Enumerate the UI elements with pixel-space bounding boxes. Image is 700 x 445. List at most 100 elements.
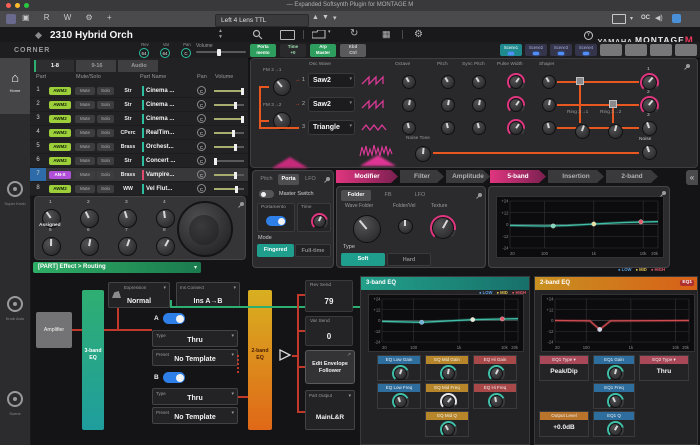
sidebar-item-home[interactable]: ⌂ Home <box>0 58 30 114</box>
effect-routing-caret-icon[interactable]: ▾ <box>194 264 197 271</box>
mute-button[interactable]: Mute <box>75 142 95 151</box>
five-band-eq-graph[interactable]: +24 +12 0 -12 -2420 100 1k 10k 20k <box>496 196 664 258</box>
osc-wave-select-3[interactable]: Triangle ▾ <box>308 120 355 135</box>
mute-button[interactable]: Mute <box>75 170 95 179</box>
tab-filter[interactable]: Filter <box>400 170 444 183</box>
folder-vel-knob[interactable] <box>397 218 413 234</box>
scene-button-7[interactable] <box>650 44 672 56</box>
eq2-box-eq1-gain[interactable]: EQ1 Gain <box>593 355 635 382</box>
porta-tab-pitch[interactable]: Pitch <box>256 174 277 185</box>
subheader-button-porta-mento[interactable]: Porta mento <box>250 43 276 57</box>
noise-tone-knob[interactable] <box>415 146 431 162</box>
part-output-dropdown[interactable]: Part Output ▾ MainL&R <box>305 390 355 430</box>
eq2-box-eq1-type[interactable]: EQ1 Type ▾ Peak/Dip <box>539 355 589 381</box>
effect-routing-bar[interactable]: [PART] Effect > Routing ▾ <box>33 262 201 273</box>
assign-knob-3[interactable] <box>117 208 137 228</box>
osc-out-knob-3[interactable] <box>641 120 657 136</box>
tab-insertion[interactable]: Insertion <box>548 170 604 183</box>
part-row-8[interactable]: 8 AWM2 Mute Solo WW Vel Flut... C <box>30 182 248 196</box>
edit-envelope-follower-button[interactable]: Edit Envelope Follower ↗ <box>305 350 355 384</box>
porta-tab-lfo[interactable]: LFO <box>300 174 321 185</box>
pan-knob[interactable]: C <box>197 86 206 95</box>
osc-out-knob-2[interactable] <box>641 97 657 113</box>
eq3-knob-5[interactable] <box>489 395 503 408</box>
hard-button[interactable]: Hard <box>387 253 431 266</box>
mute-button[interactable]: Mute <box>75 114 95 123</box>
eq3-knob-4[interactable] <box>441 395 455 408</box>
mini-knob-rev[interactable]: Rev 64 <box>136 42 154 58</box>
eq3-box-eq-low-freq[interactable]: EQ Low Freq <box>377 383 421 410</box>
scene-button-8[interactable] <box>675 44 697 56</box>
ring32-knob[interactable] <box>607 123 623 139</box>
sidebar-item-scene[interactable]: Scene <box>0 373 30 443</box>
pan-knob[interactable]: C <box>197 156 206 165</box>
preset-selector[interactable]: Left 4 Lens TTL <box>215 13 309 27</box>
osc-out-knob-1[interactable] <box>641 74 657 90</box>
solo-button[interactable]: Solo <box>97 86 114 95</box>
osc-pitch-knob-2[interactable] <box>441 98 455 112</box>
osc-octave-knob-2[interactable] <box>402 98 416 112</box>
osc-out-knob-noise[interactable] <box>641 144 657 160</box>
scene-button-3[interactable]: Scene3 <box>550 44 572 56</box>
fm21-knob[interactable] <box>273 78 291 96</box>
mute-button[interactable]: Mute <box>75 128 95 137</box>
assign-knob-5[interactable] <box>41 236 61 256</box>
mute-button[interactable]: Mute <box>75 184 95 193</box>
sidebar-item-knob-auto[interactable]: Knob Auto <box>0 278 30 348</box>
assign-knob-2[interactable] <box>79 208 99 228</box>
insert-a-type-dropdown[interactable]: Type ▾ Thru <box>152 330 238 347</box>
pin-icon[interactable] <box>237 201 245 209</box>
osc-shaper-knob-3[interactable] <box>542 121 556 135</box>
part-name[interactable]: Vel Flut... <box>142 184 196 194</box>
scene-button-2[interactable]: Scene2 <box>525 44 547 56</box>
osc-wave-select-2[interactable]: Saw2 ▾ <box>308 97 355 112</box>
part-name[interactable]: Cinema ... <box>142 114 196 124</box>
part-row-6[interactable]: 6 AWM2 Mute Solo Str Concert ... C <box>30 154 248 168</box>
mini-knob-circle[interactable]: 64 <box>139 48 149 58</box>
host-record-icon[interactable] <box>672 14 681 23</box>
part-row-3[interactable]: 3 AWM2 Mute Solo Str Cinema ... C <box>30 112 248 126</box>
performance-stepper[interactable]: ▲ ▼ <box>218 28 223 40</box>
eq3-box-eq-hi-freq[interactable]: EQ Hi Freq <box>473 383 517 410</box>
eq3-knob-6[interactable] <box>441 423 455 436</box>
scene-button-4[interactable]: Scene4 <box>575 44 597 56</box>
var-send-box[interactable]: Var Send 0 <box>305 316 353 346</box>
osc-pulse-width-knob-3[interactable] <box>509 121 523 135</box>
solo-button[interactable]: Solo <box>97 156 114 165</box>
volume-handle[interactable] <box>233 101 237 109</box>
eq3-box-eq-mid-q[interactable]: EQ Mid Q <box>425 411 469 438</box>
mini-knob-pan[interactable]: Pan C <box>178 42 196 58</box>
volume-handle[interactable] <box>235 185 239 193</box>
part-name[interactable]: RealTim... <box>142 128 196 138</box>
tab-amplitude[interactable]: Amplitude <box>446 170 490 183</box>
folder-caret-icon[interactable]: ▾ <box>328 29 331 35</box>
osc-pulse-width-knob-2[interactable] <box>509 98 523 112</box>
ring31-knob[interactable] <box>574 123 590 139</box>
part-name[interactable]: Cinema ... <box>142 100 196 110</box>
folder-icon[interactable] <box>312 30 326 39</box>
scene-button-5[interactable] <box>600 44 622 56</box>
volume-slider[interactable] <box>214 143 244 151</box>
fingered-button[interactable]: Fingered <box>257 244 294 257</box>
solo-button[interactable]: Solo <box>97 184 114 193</box>
part-row-4[interactable]: 4 AWM2 Mute Solo CPerc RealTim... C <box>30 126 248 140</box>
refresh-icon[interactable]: ↻ <box>350 28 358 39</box>
osc-shaper-knob-2[interactable] <box>542 98 556 112</box>
eq2-box-eq1-freq[interactable]: EQ1 Freq <box>593 383 635 410</box>
modifier-subtab-fb[interactable]: FB <box>373 190 403 201</box>
solo-button[interactable]: Solo <box>97 100 114 109</box>
soft-button[interactable]: Soft <box>341 253 385 266</box>
eq2-knob-3[interactable] <box>608 395 622 408</box>
host-display-icon[interactable] <box>612 14 626 24</box>
host-tool-icons[interactable]: ▣ R W ⚙ + <box>22 13 118 22</box>
solo-button[interactable]: Solo <box>97 142 114 151</box>
tab-5-band[interactable]: 5-band <box>490 170 546 183</box>
porta-time-knob[interactable] <box>312 214 326 228</box>
grid-icon[interactable]: ▦ <box>382 29 391 40</box>
mini-knob-var[interactable]: Var 64 <box>157 42 175 58</box>
pin-icon[interactable] <box>475 192 483 200</box>
expression-dropdown[interactable]: Expression ▾ Normal <box>108 282 170 308</box>
porta-tab-porta[interactable]: Porta <box>278 174 299 185</box>
part-tab-1-8[interactable]: 1-8 <box>34 60 74 72</box>
portamento-toggle[interactable] <box>266 216 286 226</box>
